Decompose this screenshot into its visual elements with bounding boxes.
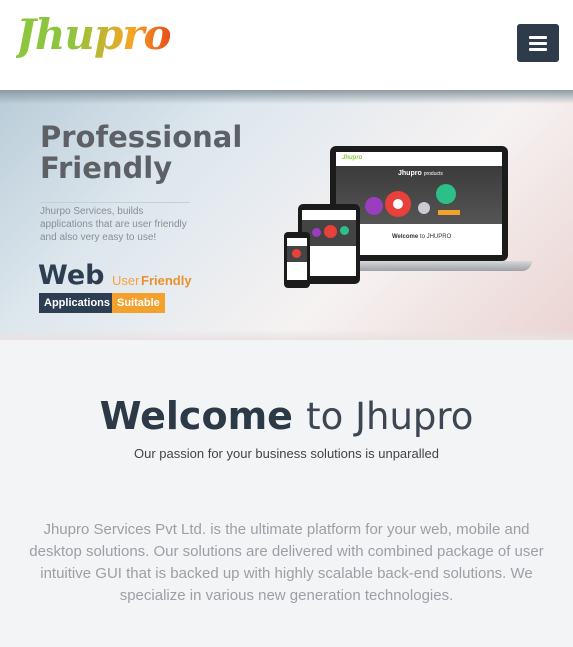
welcome-heading-bold: Welcome <box>99 394 293 438</box>
welcome-subtitle: Our passion for your business solutions … <box>134 446 439 461</box>
hero-friendly-word: Friendly <box>141 273 192 288</box>
welcome-heading-rest: to Jhupro <box>306 395 474 438</box>
hero-title-line2: Friendly <box>40 151 173 185</box>
laptop-brand: Jhupro <box>342 155 363 161</box>
devices-mockup-image: Jhupro Jhupro products Welcome to JHUPRO <box>284 146 534 291</box>
intro-paragraph: Jhupro Services Pvt Ltd. is the ultimate… <box>29 521 544 604</box>
jhupro-logo[interactable]: Jhupro <box>16 10 171 59</box>
hero-top-shadow <box>0 90 573 104</box>
gear-graphic-icon <box>365 184 460 217</box>
hero-web-word: Web <box>38 260 105 291</box>
welcome-heading: Welcome to Jhupro <box>0 394 573 438</box>
hero-bottom-shadow <box>0 330 573 340</box>
menu-toggle-button[interactable] <box>517 24 559 62</box>
hero-title-line1: Professional <box>40 120 243 154</box>
hero-divider <box>40 202 190 203</box>
hero-user-word: User <box>112 273 140 288</box>
laptop-screen-content: Jhupro Jhupro products Welcome to JHUPRO <box>336 152 502 255</box>
laptop-banner: Jhupro products <box>336 166 502 224</box>
phone-mockup <box>284 232 310 288</box>
hero-banner: Professional Friendly Jhurpo Services, b… <box>0 90 573 340</box>
site-header: Jhupro <box>0 0 573 90</box>
hero-title: Professional Friendly <box>40 122 242 184</box>
applications-tag: Applications <box>39 293 116 313</box>
phone-screen-content <box>287 238 307 280</box>
laptop-welcome: Welcome to JHUPRO <box>392 234 452 240</box>
tablet-screen-content <box>302 210 356 276</box>
hero-description: Jhurpo Services, builds applications tha… <box>40 206 187 243</box>
suitable-tag: Suitable <box>112 293 165 313</box>
